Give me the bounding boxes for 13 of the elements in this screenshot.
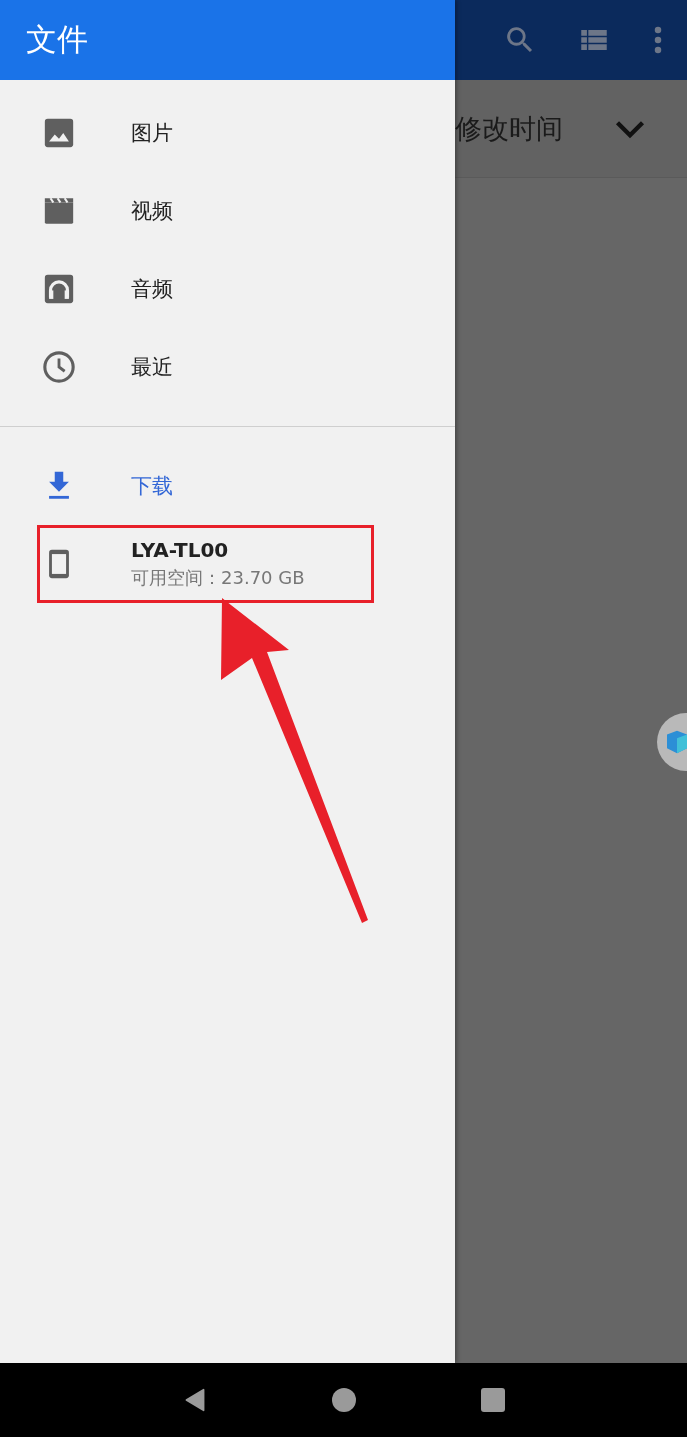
image-icon — [42, 116, 76, 150]
drawer-item[interactable]: 音频 — [0, 250, 455, 328]
drawer-item[interactable]: LYA-TL00 可用空间：23.70 GB — [0, 525, 455, 603]
drawer-item[interactable]: 视频 — [0, 172, 455, 250]
headphones-icon — [42, 272, 76, 306]
drawer-item[interactable]: 下载 — [0, 447, 455, 525]
home-icon[interactable] — [331, 1388, 356, 1412]
drawer-item[interactable]: 图片 — [0, 94, 455, 172]
recents-icon[interactable] — [480, 1388, 505, 1412]
drawer-item[interactable]: 最近 — [0, 328, 455, 406]
storage-info: 可用空间：23.70 GB — [131, 566, 305, 590]
drawer-title: 文件 — [26, 20, 88, 59]
clock-icon — [42, 350, 76, 384]
